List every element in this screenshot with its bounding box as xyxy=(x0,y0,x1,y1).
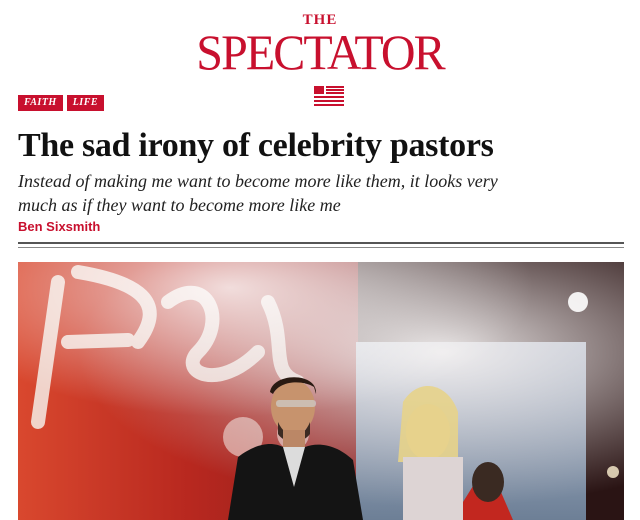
tag-faith[interactable]: FAITH xyxy=(18,95,63,111)
divider-rule xyxy=(18,242,624,244)
article-headline: The sad irony of celebrity pastors xyxy=(18,127,494,164)
site-logo[interactable]: SPECTATOR xyxy=(13,26,627,78)
divider-rule-thin xyxy=(18,247,624,248)
category-tags: FAITH LIFE xyxy=(18,95,105,111)
menu-icon[interactable] xyxy=(314,86,344,106)
masthead: THE SPECTATOR xyxy=(0,0,640,110)
hero-image xyxy=(18,262,624,520)
author-byline[interactable]: Ben Sixsmith xyxy=(18,219,100,234)
tag-life[interactable]: LIFE xyxy=(66,95,105,111)
article-standfirst: Instead of making me want to become more… xyxy=(18,171,498,215)
